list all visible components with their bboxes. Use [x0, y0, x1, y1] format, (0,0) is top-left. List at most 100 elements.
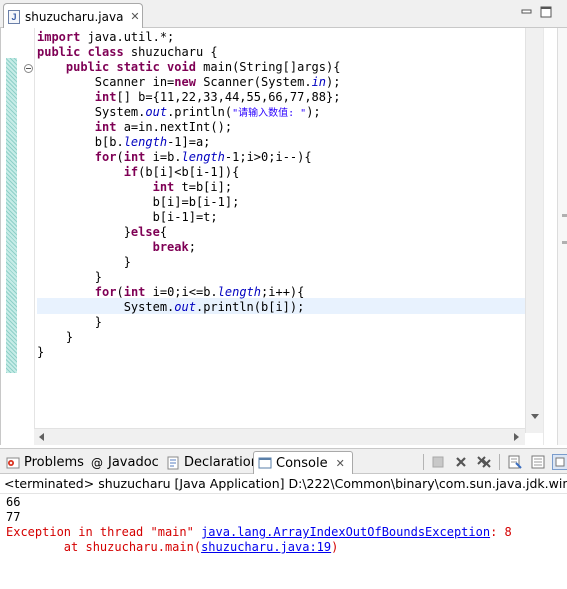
- trace-suffix: ): [331, 540, 339, 554]
- code-line: public class shuzucharu {: [37, 45, 340, 60]
- code-token: i=0;i<=b.: [145, 285, 218, 299]
- remove-launch-icon[interactable]: [453, 454, 469, 470]
- tab-console[interactable]: Console ✕: [253, 451, 353, 474]
- scroll-lock-icon[interactable]: [530, 454, 546, 470]
- code-line: break;: [37, 240, 340, 255]
- problems-icon: [6, 456, 20, 470]
- code-line: b[i-1]=t;: [37, 210, 340, 225]
- console-status-line: <terminated> shuzucharu [Java Applicatio…: [0, 474, 567, 494]
- close-console-icon[interactable]: ✕: [336, 457, 345, 470]
- code-line: b[b.length-1]=a;: [37, 135, 340, 150]
- views-tab-bar: Problems @ Javadoc Declaration Console ✕: [0, 448, 567, 474]
- source-location-link[interactable]: shuzucharu.java:19: [201, 540, 331, 554]
- code-token: for: [94, 150, 117, 164]
- tab-problems[interactable]: Problems: [2, 451, 84, 474]
- remove-all-terminated-icon[interactable]: [476, 454, 492, 470]
- tab-console-label: Console: [276, 455, 328, 471]
- code-token: (b[i]<b[i-1]){: [138, 165, 240, 179]
- side-panel-edge: [557, 28, 567, 445]
- overview-marker[interactable]: [562, 214, 567, 217]
- code-token: Scanner(System.: [195, 75, 312, 89]
- code-token: java.util.*;: [80, 30, 175, 44]
- collapse-icon[interactable]: [24, 64, 33, 73]
- code-token: }: [37, 345, 45, 359]
- vertical-scrollbar[interactable]: [525, 28, 543, 433]
- pin-console-icon[interactable]: [552, 454, 567, 470]
- code-token: Scanner in=: [37, 75, 175, 89]
- tab-javadoc[interactable]: @ Javadoc: [86, 451, 159, 474]
- code-token: in: [311, 75, 327, 89]
- code-token: if: [123, 165, 139, 179]
- tab-javadoc-label: Javadoc: [108, 455, 159, 470]
- code-token: "请输入数值: ": [232, 108, 307, 119]
- editor-tab-shuzucharu[interactable]: J shuzucharu.java ✕: [3, 3, 143, 29]
- code-token: length: [217, 285, 262, 299]
- code-token: i=b.: [145, 150, 182, 164]
- code-token: }: [37, 255, 131, 269]
- code-line: int[] b={11,22,33,44,55,66,77,88};: [37, 90, 341, 105]
- scroll-down-icon[interactable]: [531, 414, 539, 419]
- java-file-icon: J: [8, 9, 20, 24]
- code-line: }: [37, 345, 340, 360]
- code-token: out: [145, 105, 168, 119]
- horizontal-scrollbar[interactable]: [34, 428, 525, 445]
- javadoc-icon: @: [91, 455, 103, 470]
- code-line: }: [37, 330, 340, 345]
- code-line: int t=b[i];: [37, 180, 340, 195]
- code-line: if(b[i]<b[i-1]){: [37, 165, 340, 180]
- code-line: Scanner in=new Scanner(System.in);: [37, 75, 341, 90]
- terminate-icon[interactable]: [430, 454, 446, 470]
- close-tab-icon[interactable]: ✕: [130, 10, 139, 23]
- code-token: b[i]=b[i-1];: [37, 195, 240, 209]
- code-token: b[b.: [37, 135, 124, 149]
- maximize-icon[interactable]: [540, 6, 552, 18]
- code-line: }: [37, 270, 340, 285]
- tab-declaration-label: Declaration: [184, 455, 259, 470]
- code-line: b[i]=b[i-1];: [37, 195, 340, 210]
- code-token: break: [152, 240, 189, 254]
- code-line: System.out.println(b[i]);: [37, 300, 340, 315]
- code-token: -1;i>0;i--){: [224, 150, 312, 164]
- console-output[interactable]: 66 77 Exception in thread "main" java.lang…: [0, 494, 567, 589]
- code-token: (: [116, 150, 124, 164]
- code-token: length: [181, 150, 225, 164]
- exception-prefix: Exception in thread "main": [6, 525, 202, 539]
- code-token: ;i++){: [261, 285, 305, 299]
- code-token: shuzucharu {: [123, 45, 218, 59]
- code-line: import java.util.*;: [37, 30, 340, 45]
- output-line: 66: [6, 495, 21, 509]
- tab-declaration[interactable]: Declaration: [162, 451, 259, 474]
- scroll-left-icon[interactable]: [39, 433, 44, 441]
- code-editor[interactable]: import java.util.*; public class shuzucha…: [0, 28, 567, 445]
- overview-marker[interactable]: [562, 241, 567, 244]
- code-token: public class: [37, 45, 124, 59]
- code-token: {: [159, 225, 168, 239]
- code-token: .println(b[i]);: [195, 300, 305, 314]
- clear-console-icon[interactable]: [507, 454, 523, 470]
- code-token: int: [152, 180, 175, 194]
- declaration-icon: [166, 456, 180, 470]
- code-token: );: [326, 75, 341, 89]
- code-token: import: [37, 30, 81, 44]
- code-token: t=b[i];: [174, 180, 233, 194]
- trace-prefix: at shuzucharu.main(: [6, 540, 202, 554]
- output-line: 77: [6, 510, 21, 524]
- code-token: (: [116, 285, 124, 299]
- code-token: length: [123, 135, 168, 149]
- stack-trace-line: at shuzucharu.main(shuzucharu.java:19): [6, 540, 567, 555]
- exception-class-link[interactable]: java.lang.ArrayIndexOutOfBoundsException: [201, 525, 490, 539]
- toolbar-separator: [423, 454, 424, 470]
- minimize-icon[interactable]: [521, 6, 532, 17]
- code-token: );: [306, 105, 321, 119]
- code-token: b[i-1]=t;: [37, 210, 218, 224]
- change-indicator-bar: [6, 58, 17, 373]
- code-line: }: [37, 315, 340, 330]
- editor-tab-bar: J shuzucharu.java ✕: [0, 0, 567, 29]
- code-line: System.out.println("请输入数值: ");: [37, 105, 340, 120]
- scroll-right-icon[interactable]: [514, 433, 519, 441]
- code-line: int a=in.nextInt();: [37, 120, 340, 135]
